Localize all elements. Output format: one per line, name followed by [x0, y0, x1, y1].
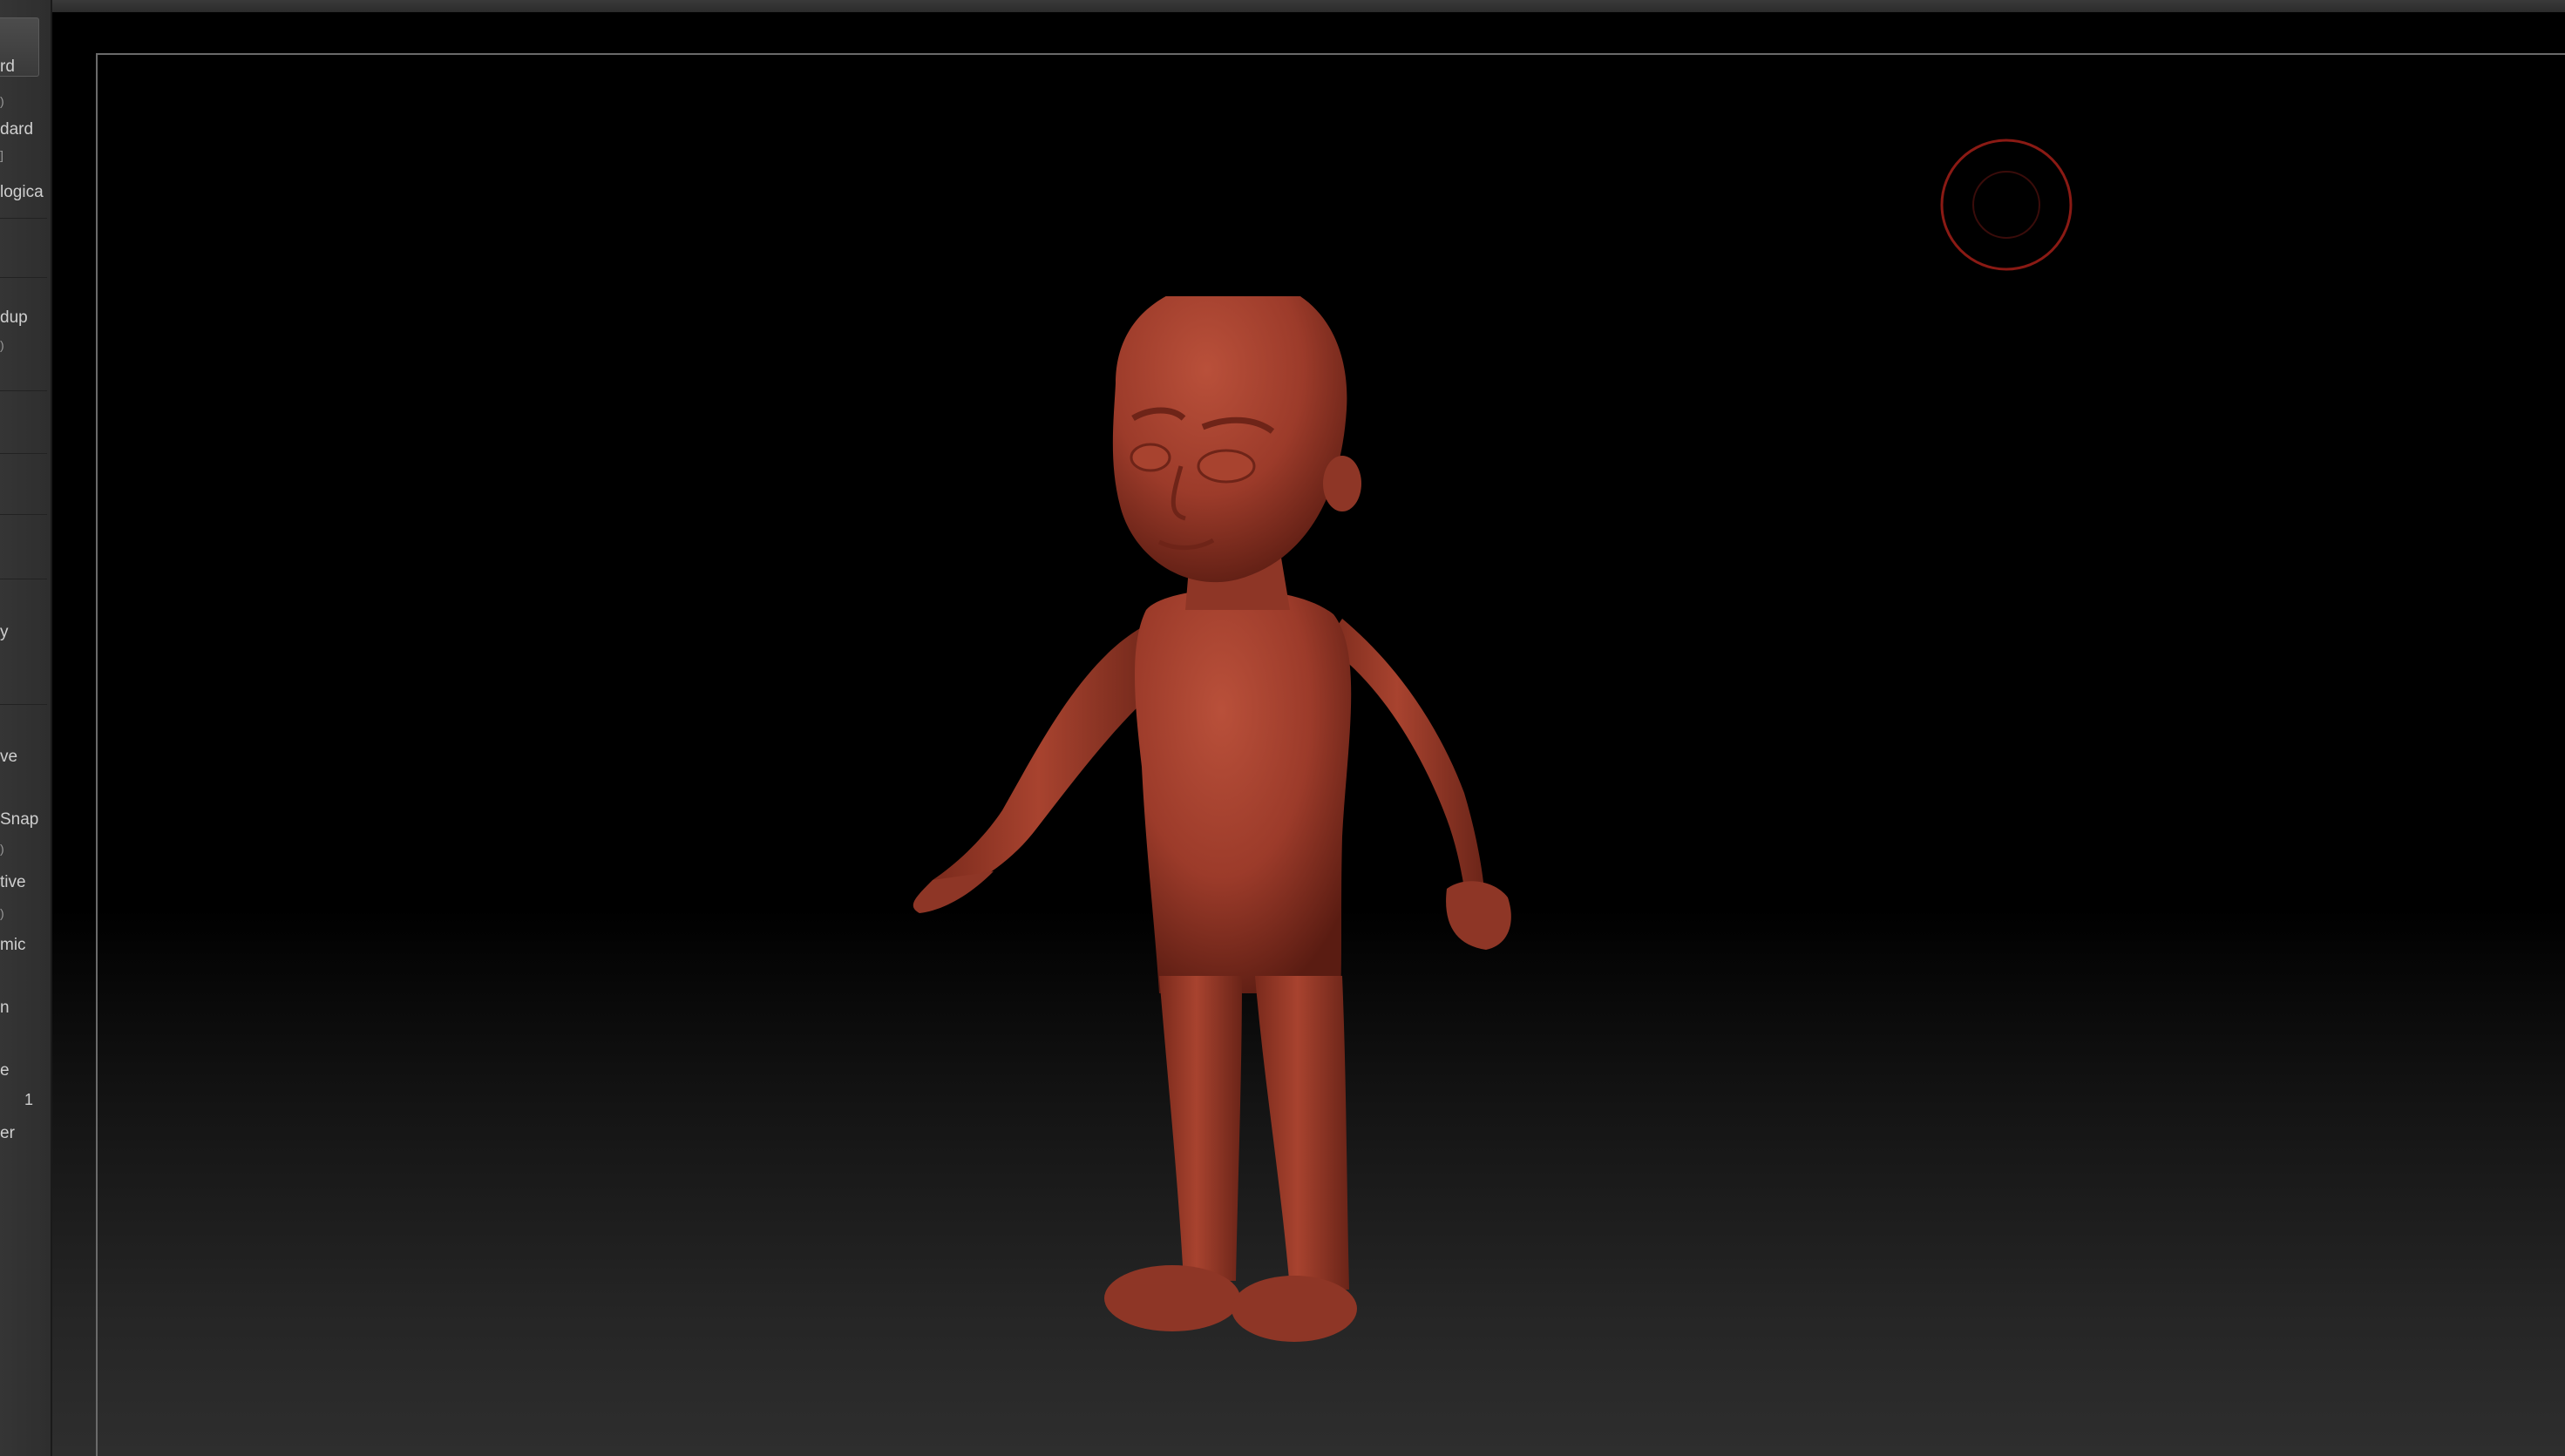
sidebar-divider — [0, 514, 47, 515]
sidebar-item-label[interactable]: dard — [0, 120, 33, 139]
torso — [1134, 589, 1352, 993]
left-arm — [933, 627, 1168, 897]
left-eye — [1130, 443, 1171, 472]
sidebar-item-label[interactable]: er — [0, 1124, 15, 1143]
sidebar-tick: ) — [0, 94, 4, 108]
left-foot — [1104, 1265, 1240, 1331]
right-foot — [1232, 1276, 1357, 1342]
left-hand — [913, 871, 994, 913]
sidebar-divider — [0, 277, 47, 278]
sidebar-item-label[interactable]: logica — [0, 183, 44, 202]
sidebar-tick: ) — [0, 906, 4, 920]
sidebar-item-label[interactable]: n — [0, 999, 10, 1018]
sidebar-tick: ) — [0, 842, 4, 856]
sidebar-divider — [0, 218, 47, 219]
right-leg — [1255, 976, 1349, 1290]
right-eye — [1197, 449, 1256, 484]
sidebar-value[interactable]: 1 — [24, 1091, 33, 1109]
head — [1112, 296, 1347, 583]
sidebar-item-label[interactable]: y — [0, 623, 9, 642]
left-leg — [1159, 976, 1242, 1281]
sidebar-item-label[interactable]: mic — [0, 936, 26, 955]
top-shelf-bar — [0, 0, 2565, 12]
sidebar-tick: ] — [0, 148, 3, 162]
sidebar-divider — [0, 704, 47, 705]
sidebar-item-label[interactable]: ve — [0, 748, 17, 767]
character-base-mesh[interactable] — [906, 296, 1534, 1359]
right-hand — [1446, 881, 1511, 950]
sidebar-item-label[interactable]: Snap — [0, 810, 38, 830]
sidebar-item-label[interactable]: tive — [0, 873, 26, 892]
ear — [1323, 456, 1361, 511]
sidebar-divider — [0, 390, 47, 391]
sidebar-item-label[interactable]: dup — [0, 308, 28, 328]
sidebar-tick: ) — [0, 338, 4, 352]
left-tray-panel: rd ) dard ] logica dup ) y ve Snap ) tiv… — [0, 0, 52, 1456]
sidebar-item-label[interactable]: rd — [0, 58, 15, 77]
sidebar-item-label[interactable]: e — [0, 1061, 10, 1080]
sidebar-divider — [0, 453, 47, 454]
floor-grid-circle-icon[interactable] — [1937, 137, 2076, 276]
